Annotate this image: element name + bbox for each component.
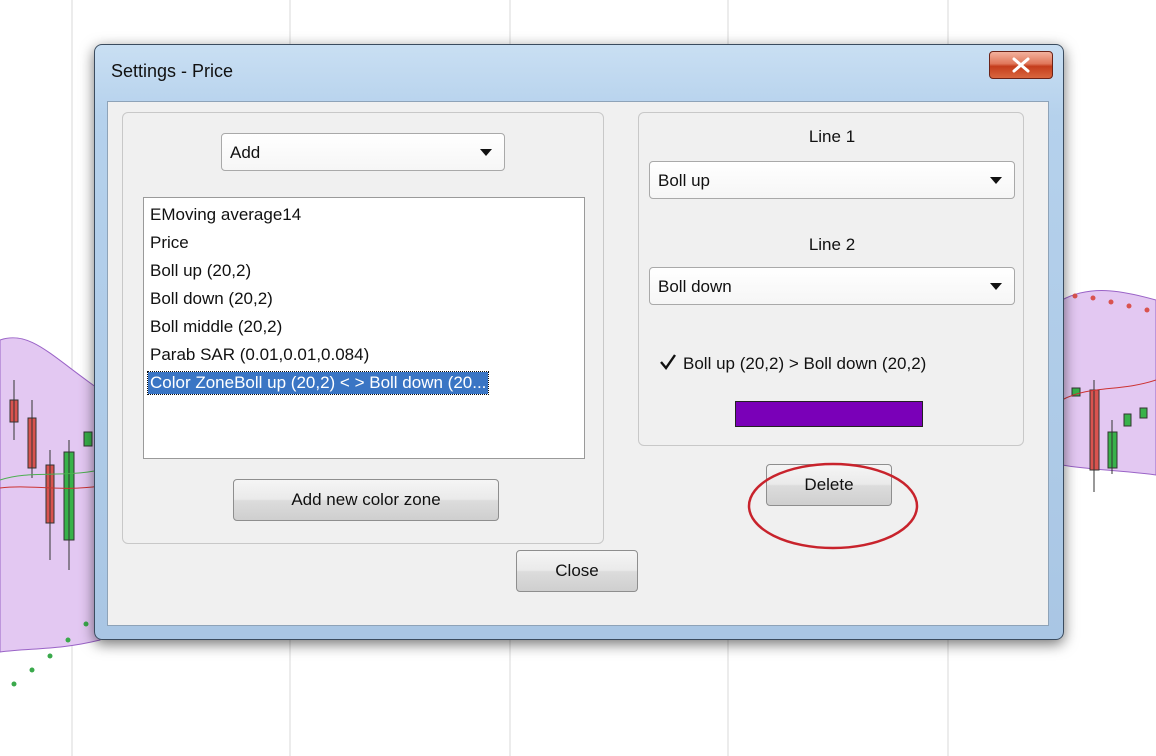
checkmark-icon: [660, 354, 676, 370]
indicator-group: Add EMoving average14 Price Boll up (20,…: [122, 112, 604, 544]
add-color-zone-button[interactable]: Add new color zone: [233, 479, 499, 521]
list-item[interactable]: EMoving average14: [148, 204, 303, 226]
add-dropdown[interactable]: Add: [221, 133, 505, 171]
line2-dropdown[interactable]: Boll down: [649, 267, 1015, 305]
settings-dialog: Settings - Price Add EMoving average14 P…: [94, 44, 1064, 640]
list-item[interactable]: Boll middle (20,2): [148, 316, 284, 338]
chevron-down-icon: [480, 149, 492, 156]
close-icon: [1012, 57, 1030, 73]
delete-button[interactable]: Delete: [766, 464, 892, 506]
add-dropdown-value: Add: [230, 143, 261, 162]
indicator-list[interactable]: EMoving average14 Price Boll up (20,2) B…: [143, 197, 585, 459]
zone-color-swatch[interactable]: [735, 401, 923, 427]
line1-dropdown[interactable]: Boll up: [649, 161, 1015, 199]
line2-dropdown-value: Boll down: [658, 277, 732, 296]
condition-checkbox-label: Boll up (20,2) > Boll down (20,2): [683, 354, 927, 373]
list-item[interactable]: Boll down (20,2): [148, 288, 275, 310]
line2-label: Line 2: [808, 235, 856, 254]
line1-dropdown-value: Boll up: [658, 171, 710, 190]
close-button[interactable]: Close: [516, 550, 638, 592]
dialog-title: Settings - Price: [111, 61, 234, 81]
condition-checkbox[interactable]: [659, 353, 676, 370]
list-item[interactable]: Boll up (20,2): [148, 260, 253, 282]
chevron-down-icon: [990, 177, 1002, 184]
chevron-down-icon: [990, 283, 1002, 290]
line1-label: Line 1: [808, 127, 856, 146]
color-zone-group: Line 1 Boll up Line 2 Boll down Boll up …: [638, 112, 1024, 446]
list-item[interactable]: Price: [148, 232, 191, 254]
dialog-client-area: Add EMoving average14 Price Boll up (20,…: [107, 101, 1049, 626]
window-close-button[interactable]: [989, 51, 1053, 79]
list-item[interactable]: Parab SAR (0.01,0.01,0.084): [148, 344, 371, 366]
list-item-selected[interactable]: Color ZoneBoll up (20,2) < > Boll down (…: [146, 371, 490, 395]
condition-checkbox-row[interactable]: Boll up (20,2) > Boll down (20,2): [659, 353, 926, 374]
